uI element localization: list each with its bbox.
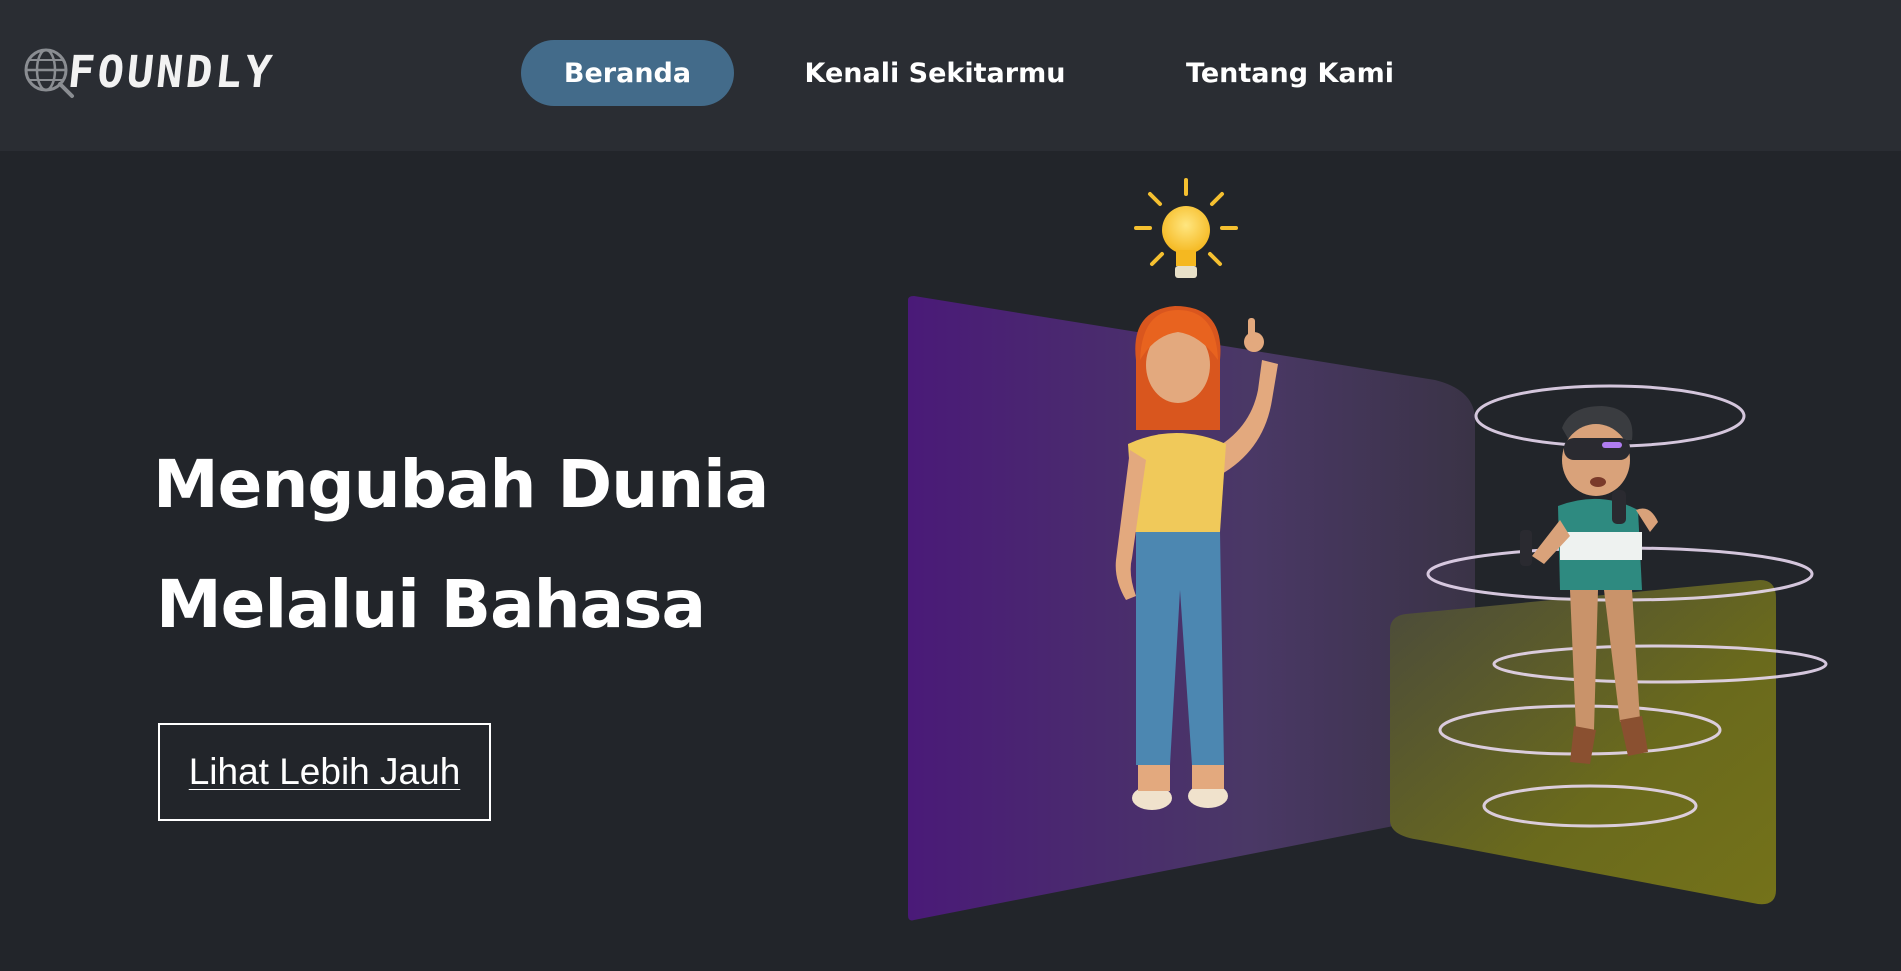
logo-text: FOUNDLY (65, 46, 278, 98)
hero-illustration (880, 160, 1880, 940)
top-navbar: FOUNDLY Beranda Kenali Sekitarmu Tentang… (0, 0, 1901, 151)
nav-beranda[interactable]: Beranda (521, 40, 734, 106)
lightbulb-icon (1134, 178, 1238, 278)
hero-title-line-1: Mengubah Dunia (153, 446, 769, 523)
nav-kenali-sekitarmu[interactable]: Kenali Sekitarmu (790, 40, 1080, 106)
brand-logo[interactable]: FOUNDLY (20, 44, 278, 100)
nav-tentang-kami[interactable]: Tentang Kami (1170, 40, 1410, 106)
hero-title-line-2: Melalui Bahasa (156, 566, 706, 643)
learn-more-button[interactable]: Lihat Lebih Jauh (158, 723, 491, 821)
